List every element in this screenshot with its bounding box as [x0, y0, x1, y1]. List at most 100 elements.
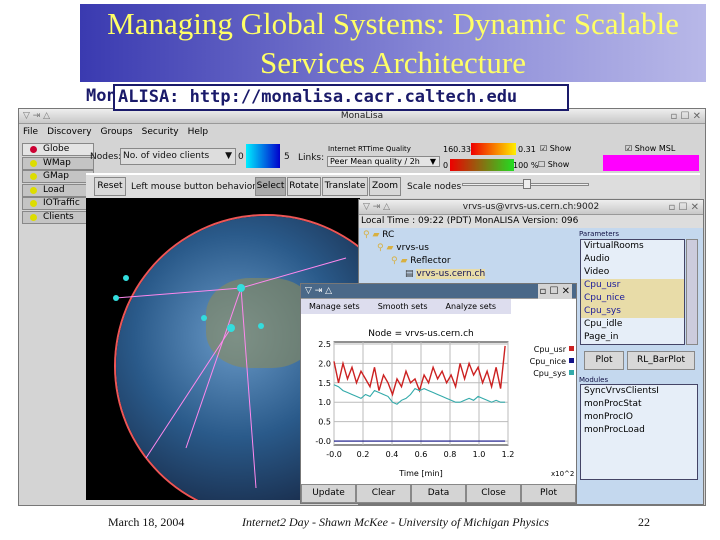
tree-node[interactable]: ⚲ ▰ vrvs-us [377, 243, 485, 256]
tab-label: IOTraffic [43, 198, 80, 208]
parameter-item[interactable]: Cpu_sys [581, 305, 684, 318]
legend-label: Cpu_sys [533, 369, 566, 378]
tab-clients[interactable]: Clients [22, 210, 94, 224]
select-button[interactable]: Select [255, 177, 286, 196]
parameters-scrollbar[interactable] [686, 239, 698, 345]
y-tick-label: 1.5 [318, 379, 331, 388]
menu-groups[interactable]: Groups [101, 124, 133, 140]
module-item[interactable]: monProcStat [581, 398, 697, 411]
rtt-scale-max: 0.31 [518, 145, 536, 154]
x-tick-label: 0.2 [357, 450, 370, 459]
rotate-button[interactable]: Rotate [287, 177, 321, 196]
footer-date: March 18, 2004 [108, 515, 185, 529]
plot-menu-item[interactable]: Smooth sets [378, 299, 428, 314]
parameter-item[interactable]: Cpu_nice [581, 292, 684, 305]
reset-button[interactable]: Reset [94, 177, 126, 196]
plot-menu-item[interactable]: Manage sets [309, 299, 360, 314]
x-tick-label: 1.2 [502, 450, 515, 459]
node-tree: ⚲ ▰ RC ⚲ ▰ vrvs-us ⚲ ▰ Reflector ▤ vrvs-us.… [363, 230, 486, 282]
tab-wmap[interactable]: WMap [22, 156, 94, 170]
window-title: MonaLisa [340, 111, 384, 121]
tab-globe[interactable]: Globe [22, 143, 94, 156]
window-menu-icon[interactable]: ▽ ⇥ △ [363, 200, 390, 215]
window-menu-icon[interactable]: ▽ ⇥ △ [305, 284, 332, 299]
tree-node[interactable]: ⚲ ▰ RC [363, 230, 485, 243]
status-dot-icon [30, 173, 37, 180]
plot-button[interactable]: Plot [584, 351, 624, 370]
translate-button[interactable]: Translate [322, 177, 368, 196]
scale-nodes-label: Scale nodes [407, 182, 462, 192]
zoom-button[interactable]: Zoom [369, 177, 401, 196]
quality-scale-min: 0 [443, 161, 449, 170]
links-select-value: Peer Mean quality / 2h [330, 157, 420, 166]
tab-label: Load [43, 184, 65, 195]
tab-load[interactable]: Load [22, 183, 94, 197]
tree-label: RC [382, 230, 395, 240]
menu-bar: File Discovery Groups Security Help [19, 124, 705, 140]
chevron-down-icon: ▼ [429, 157, 436, 166]
menu-help[interactable]: Help [188, 124, 209, 140]
parameter-item[interactable]: Video [581, 266, 684, 279]
nodes-select[interactable]: No. of video clients ▼ [120, 148, 236, 165]
tree-label: Reflector [410, 256, 451, 266]
tab-gmap[interactable]: GMap [22, 170, 94, 183]
show-rtt-checkbox[interactable]: ☑ Show [540, 144, 571, 153]
scale-nodes-slider[interactable] [462, 179, 589, 189]
tree-node[interactable]: ▤ vrvs-us.cern.ch [405, 269, 486, 282]
main-title-bar[interactable]: ▽ ⇥ △ MonaLisa ▫ ☐ ✕ [19, 109, 705, 124]
x-tick-label: 0.4 [386, 450, 399, 459]
data-button[interactable]: Data [411, 484, 466, 503]
x-tick-label: 0.6 [415, 450, 428, 459]
parameter-item[interactable]: VirtualRooms [581, 240, 684, 253]
nodes-min: 0 [238, 152, 244, 162]
node-window-title: vrvs-us@vrvs-us.cern.ch:9002 [462, 202, 600, 212]
status-dot-icon [30, 146, 37, 153]
module-item[interactable]: monProcLoad [581, 424, 697, 437]
tab-iotraffic[interactable]: IOTraffic [22, 197, 94, 210]
window-controls[interactable]: ▫ ☐ ✕ [537, 284, 572, 299]
x-multiplier: x10^2 [551, 470, 574, 478]
module-item[interactable]: monProcIO [581, 411, 697, 424]
plot-menu-item[interactable]: Analyze sets [446, 299, 496, 314]
close-button[interactable]: Close [466, 484, 521, 503]
clear-button[interactable]: Clear [356, 484, 411, 503]
nodes-color-scale [246, 144, 280, 168]
show-quality-checkbox[interactable]: ☐ Show [538, 160, 569, 169]
parameters-label: Parameters [579, 230, 620, 238]
parameter-item[interactable]: Page_in [581, 331, 684, 344]
node-title-bar[interactable]: ▽ ⇥ △ vrvs-us@vrvs-us.cern.ch:9002 ▫ ☐ ✕ [359, 200, 703, 215]
window-menu-icon[interactable]: ▽ ⇥ △ [23, 109, 50, 124]
barplot-button[interactable]: RL_BarPlot [627, 351, 695, 370]
status-dot-icon [30, 186, 37, 194]
x-tick-label: 0.8 [444, 450, 457, 459]
tab-label: Clients [43, 211, 74, 222]
show-msl-checkbox[interactable]: ☑ Show MSL [625, 144, 675, 153]
links-select[interactable]: Peer Mean quality / 2h ▼ [327, 156, 440, 167]
y-tick-label: 2.5 [318, 340, 331, 349]
update-button[interactable]: Update [301, 484, 356, 503]
rtt-color-scale [471, 143, 516, 155]
page-number: 22 [638, 515, 650, 529]
folder-icon: ⚲ ▰ [391, 256, 411, 266]
parameter-item[interactable]: Cpu_idle [581, 318, 684, 331]
parameter-item[interactable]: Cpu_usr [581, 279, 684, 292]
parameter-item[interactable]: Audio [581, 253, 684, 266]
y-tick-label: 1.0 [318, 398, 331, 407]
menu-discovery[interactable]: Discovery [47, 124, 91, 140]
tree-label: vrvs-us.cern.ch [416, 269, 486, 279]
tree-node[interactable]: ⚲ ▰ Reflector [391, 256, 485, 269]
y-tick-label: -0.0 [315, 437, 331, 446]
x-tick-label: 1.0 [473, 450, 486, 459]
slider-thumb[interactable] [522, 179, 531, 189]
window-controls[interactable]: ▫ ☐ ✕ [669, 200, 699, 215]
legend-label: Cpu_usr [534, 345, 567, 354]
plot-title-bar[interactable]: ▽ ⇥ △ ▫ ☐ ✕ [301, 284, 576, 299]
modules-list[interactable]: SyncVrvsClientsI monProcStat monProcIO monP… [580, 384, 698, 480]
menu-file[interactable]: File [23, 124, 38, 140]
behavior-label: Left mouse button behavior: [131, 182, 259, 192]
module-item[interactable]: SyncVrvsClientsI [581, 385, 697, 398]
menu-security[interactable]: Security [142, 124, 179, 140]
parameters-list[interactable]: VirtualRooms Audio Video Cpu_usr Cpu_nice Cpu… [580, 239, 685, 345]
plot-button[interactable]: Plot [521, 484, 576, 503]
window-controls[interactable]: ▫ ☐ ✕ [671, 109, 701, 124]
